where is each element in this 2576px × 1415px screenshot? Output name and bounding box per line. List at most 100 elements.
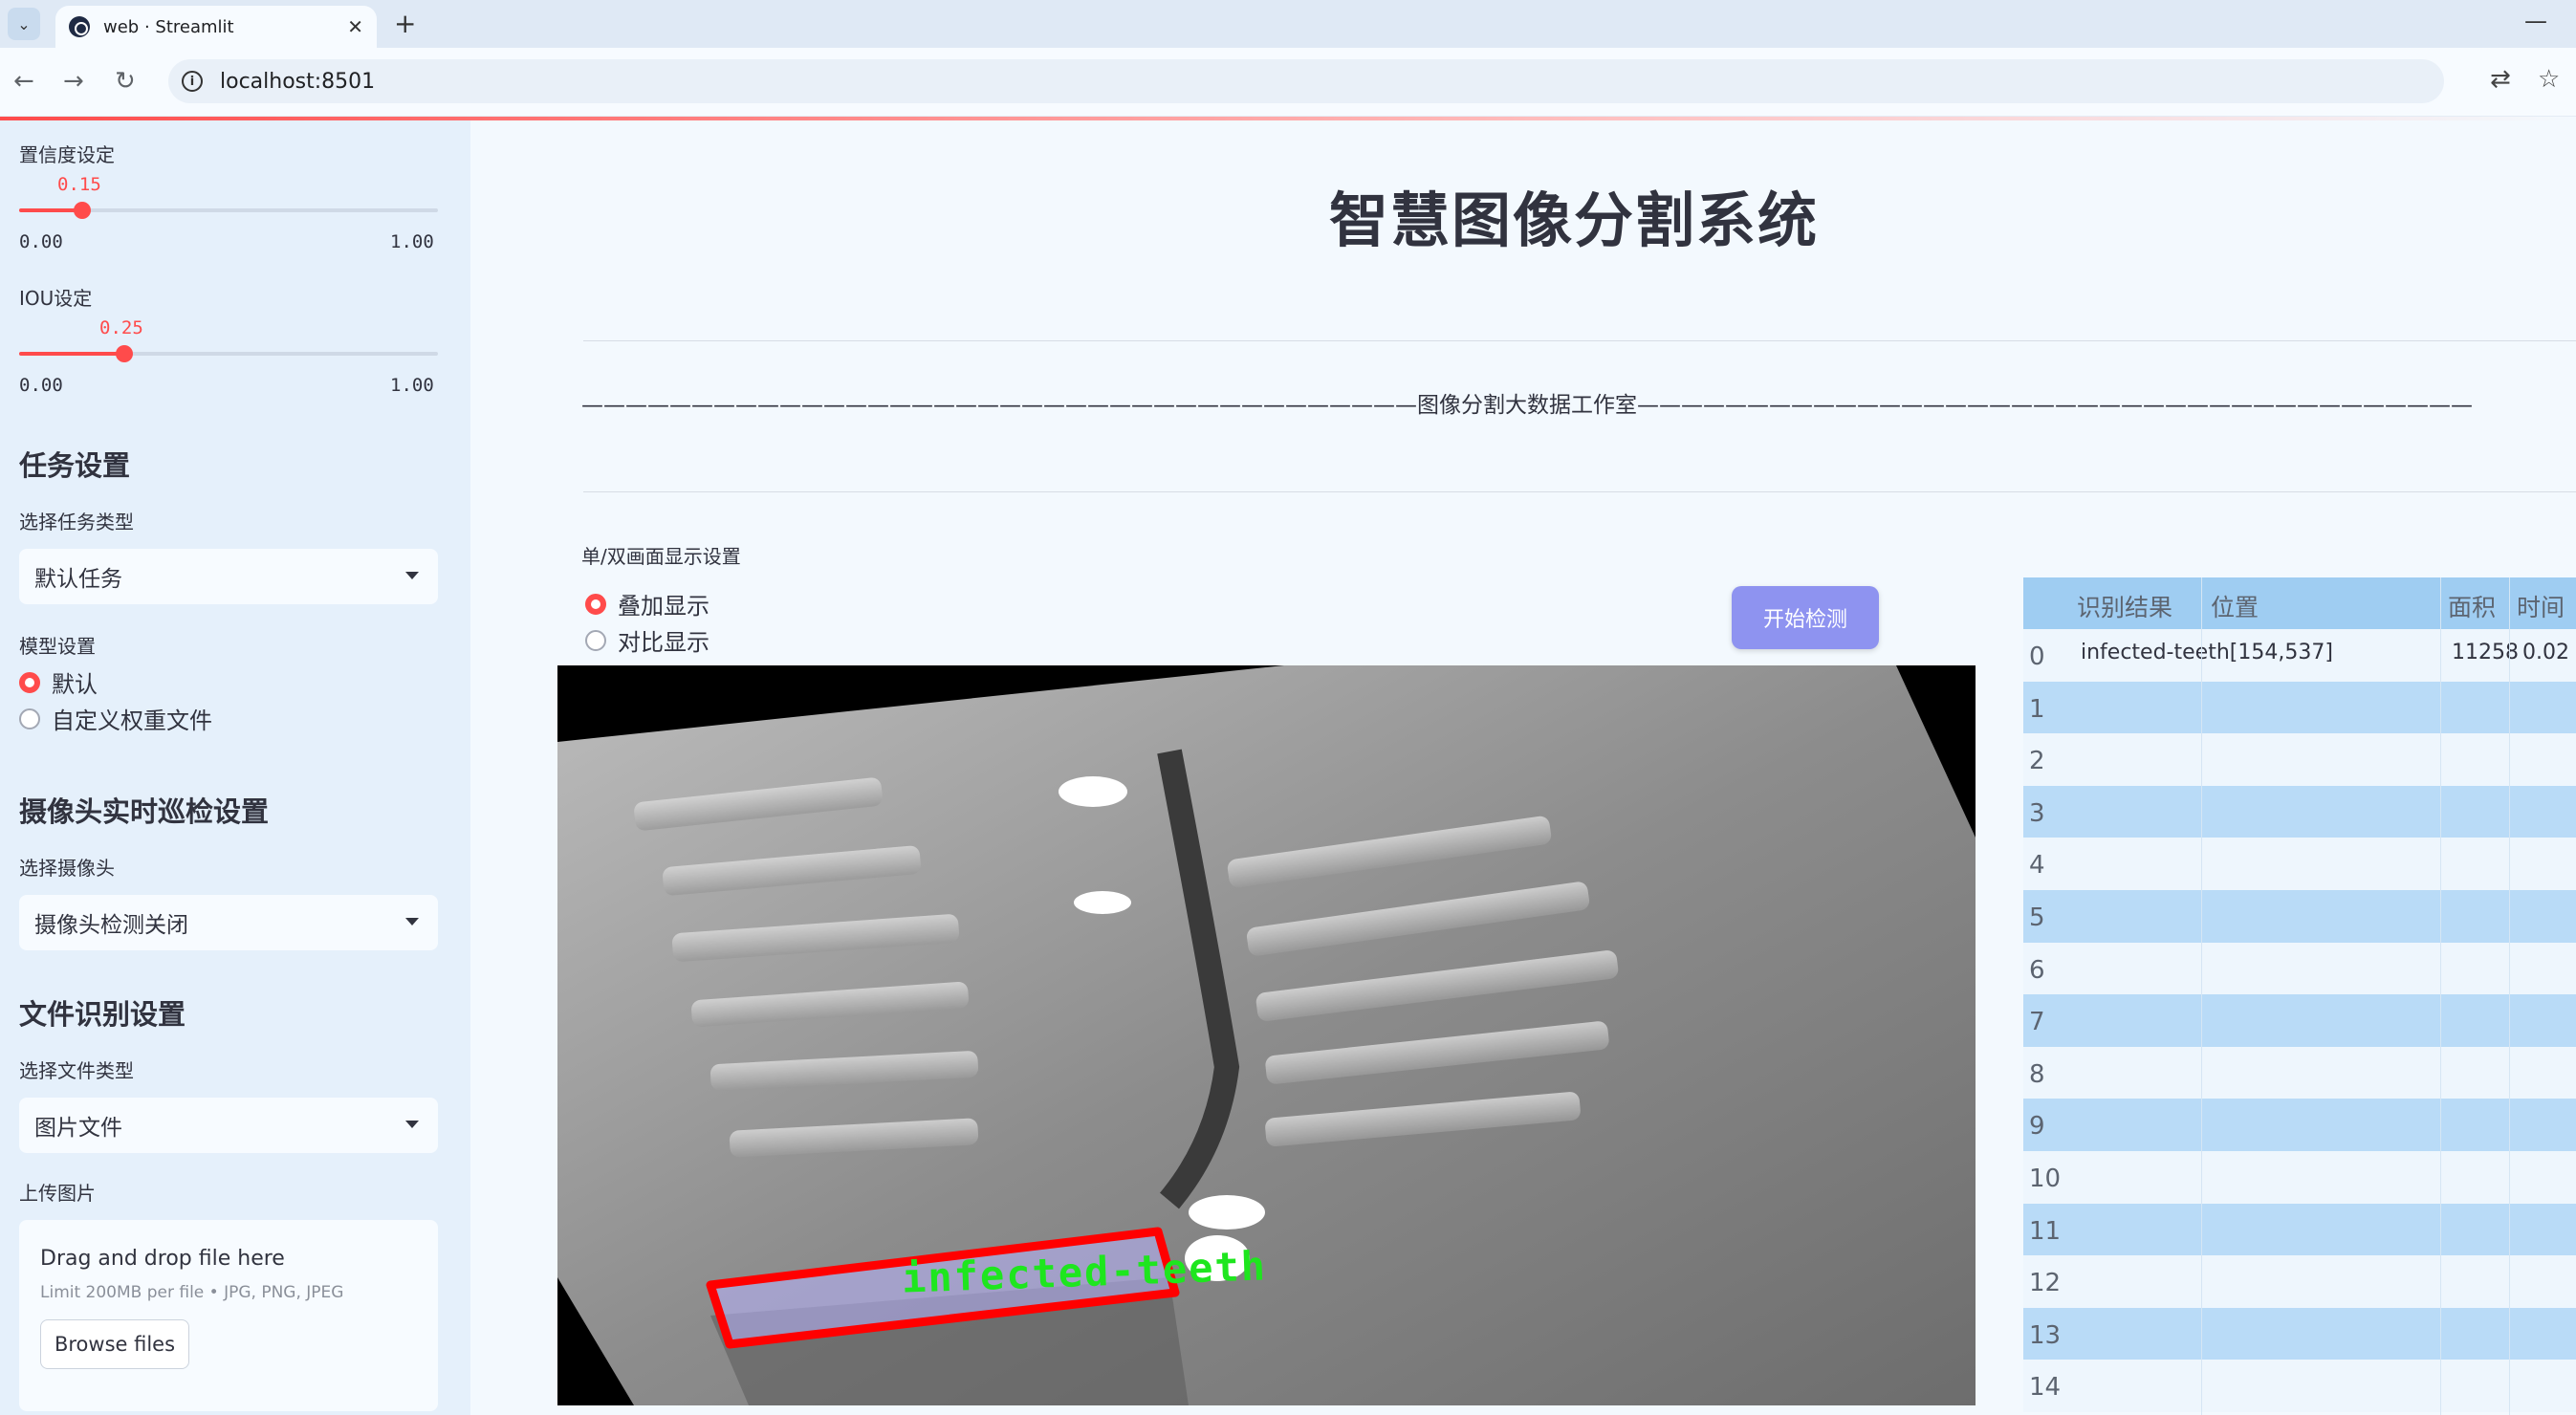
- forward-arrow-icon[interactable]: →: [63, 65, 84, 98]
- start-detection-button[interactable]: 开始检测: [1732, 586, 1879, 649]
- tab-search-chevron-icon[interactable]: ⌄: [8, 8, 40, 40]
- camera-select-label: 选择摄像头: [19, 857, 115, 880]
- detection-result-image: infected-teeth: [557, 665, 1976, 1405]
- url-omnibox[interactable]: i localhost:8501: [168, 59, 2444, 103]
- table-row[interactable]: 4: [2023, 838, 2576, 890]
- table-row[interactable]: 14: [2023, 1360, 2576, 1412]
- iou-slider[interactable]: [19, 345, 438, 362]
- window-minimize-icon[interactable]: —: [2524, 8, 2547, 34]
- url-text: localhost:8501: [220, 69, 376, 94]
- dropzone-limit: Limit 200MB per file • JPG, PNG, JPEG: [40, 1283, 344, 1302]
- cell-result: infected-teeth[154,537]: [2081, 641, 2333, 664]
- row-index: 14: [2029, 1373, 2062, 1403]
- results-table[interactable]: 识别结果 位置 面积 时间 0 infected-teeth[154,537] 11…: [2023, 577, 2576, 1415]
- new-tab-plus-icon[interactable]: +: [394, 8, 416, 40]
- confidence-slider[interactable]: [19, 202, 438, 219]
- dropzone-title: Drag and drop file here: [40, 1247, 285, 1271]
- display-option-compare: 对比显示: [618, 629, 709, 656]
- row-index: 13: [2029, 1320, 2062, 1350]
- site-info-icon[interactable]: i: [182, 71, 203, 92]
- confidence-min: 0.00: [19, 231, 63, 252]
- sidebar: 置信度设定 0.15 0.00 1.00 IOU设定 0.25 0.00 1.0…: [0, 120, 470, 1415]
- display-radio-overlay[interactable]: 叠加显示: [585, 587, 709, 620]
- radio-selected-icon[interactable]: [585, 593, 606, 615]
- row-index: 8: [2029, 1059, 2045, 1089]
- iou-min: 0.00: [19, 375, 63, 396]
- table-row[interactable]: 13: [2023, 1307, 2576, 1361]
- file-type-label: 选择文件类型: [19, 1059, 134, 1082]
- translate-icon[interactable]: ⇄: [2490, 65, 2511, 94]
- row-index: 4: [2029, 851, 2045, 881]
- table-row[interactable]: 1: [2023, 681, 2576, 734]
- display-radio-compare[interactable]: 对比显示: [585, 623, 709, 657]
- task-type-label: 选择任务类型: [19, 511, 134, 533]
- display-option-overlay: 叠加显示: [618, 593, 709, 620]
- browser-tab-bar: ⌄ web · Streamlit ✕ + —: [0, 0, 2576, 48]
- model-radio-default[interactable]: 默认: [19, 665, 98, 699]
- results-table-header: 识别结果 位置 面积 时间: [2023, 577, 2576, 629]
- table-row[interactable]: 7: [2023, 994, 2576, 1047]
- model-settings-label: 模型设置: [19, 635, 96, 658]
- column-header-result[interactable]: 识别结果: [2077, 589, 2172, 623]
- model-option-default: 默认: [52, 671, 98, 698]
- task-settings-heading: 任务设置: [19, 449, 131, 482]
- iou-value: 0.25: [99, 317, 143, 338]
- row-index: 12: [2029, 1269, 2062, 1298]
- display-mode-label: 单/双画面显示设置: [581, 545, 741, 568]
- model-option-custom: 自定义权重文件: [52, 708, 212, 734]
- streamlit-favicon-icon: [69, 16, 90, 37]
- radio-unselected-icon[interactable]: [585, 629, 606, 651]
- upload-label: 上传图片: [19, 1182, 96, 1205]
- row-index: 3: [2029, 798, 2045, 828]
- table-row[interactable]: 8: [2023, 1046, 2576, 1099]
- tab-title: web · Streamlit: [103, 16, 234, 37]
- row-index: 1: [2029, 694, 2045, 724]
- iou-label: IOU设定: [19, 287, 93, 310]
- column-header-time[interactable]: 时间: [2517, 589, 2565, 623]
- table-row[interactable]: 10: [2023, 1151, 2576, 1204]
- cell-result-label: infected-teeth: [2081, 641, 2230, 664]
- chevron-down-icon: [405, 572, 419, 579]
- camera-select[interactable]: 摄像头检测关闭: [19, 895, 438, 950]
- radio-unselected-icon[interactable]: [19, 708, 40, 729]
- confidence-label: 置信度设定: [19, 143, 115, 166]
- chevron-down-icon: [405, 1121, 419, 1128]
- reload-icon[interactable]: ↻: [115, 65, 136, 98]
- table-row[interactable]: 11: [2023, 1203, 2576, 1256]
- table-row[interactable]: 9: [2023, 1099, 2576, 1151]
- model-radio-custom[interactable]: 自定义权重文件: [19, 702, 212, 735]
- browser-tab[interactable]: web · Streamlit ✕: [55, 6, 377, 48]
- table-row[interactable]: 2: [2023, 733, 2576, 786]
- table-row[interactable]: 3: [2023, 785, 2576, 838]
- file-dropzone[interactable]: Drag and drop file here Limit 200MB per …: [19, 1220, 438, 1411]
- iou-slider-thumb[interactable]: [115, 345, 133, 362]
- bookmark-star-icon[interactable]: ☆: [2538, 65, 2560, 94]
- radio-selected-icon[interactable]: [19, 671, 40, 693]
- column-header-position[interactable]: 位置: [2211, 589, 2259, 623]
- row-index: 0: [2029, 642, 2045, 671]
- table-row[interactable]: 12: [2023, 1255, 2576, 1308]
- column-divider: [2509, 577, 2510, 1415]
- column-divider: [2440, 577, 2441, 1415]
- column-header-area[interactable]: 面积: [2448, 589, 2496, 623]
- page-title: 智慧图像分割系统: [1329, 185, 1820, 255]
- file-type-select[interactable]: 图片文件: [19, 1098, 438, 1153]
- table-row[interactable]: 6: [2023, 942, 2576, 995]
- iou-slider-fill: [19, 352, 124, 356]
- row-index: 2: [2029, 747, 2045, 776]
- xray-image: [557, 665, 1976, 1405]
- browse-files-button[interactable]: Browse files: [40, 1319, 189, 1369]
- row-index: 9: [2029, 1112, 2045, 1142]
- confidence-slider-thumb[interactable]: [73, 202, 91, 219]
- task-type-selected: 默认任务: [34, 567, 122, 592]
- back-arrow-icon[interactable]: ←: [13, 65, 34, 98]
- row-index: 7: [2029, 1008, 2045, 1037]
- task-type-select[interactable]: 默认任务: [19, 549, 438, 604]
- table-row[interactable]: 0 infected-teeth[154,537] 11258 0.02: [2023, 629, 2576, 682]
- camera-settings-heading: 摄像头实时巡检设置: [19, 795, 270, 828]
- row-index: 5: [2029, 903, 2045, 932]
- address-bar: ← → ↻ i localhost:8501 ⇄ ☆: [0, 48, 2576, 117]
- close-tab-icon[interactable]: ✕: [347, 15, 363, 38]
- table-row[interactable]: 5: [2023, 890, 2576, 943]
- cell-time: 0.02: [2522, 641, 2569, 664]
